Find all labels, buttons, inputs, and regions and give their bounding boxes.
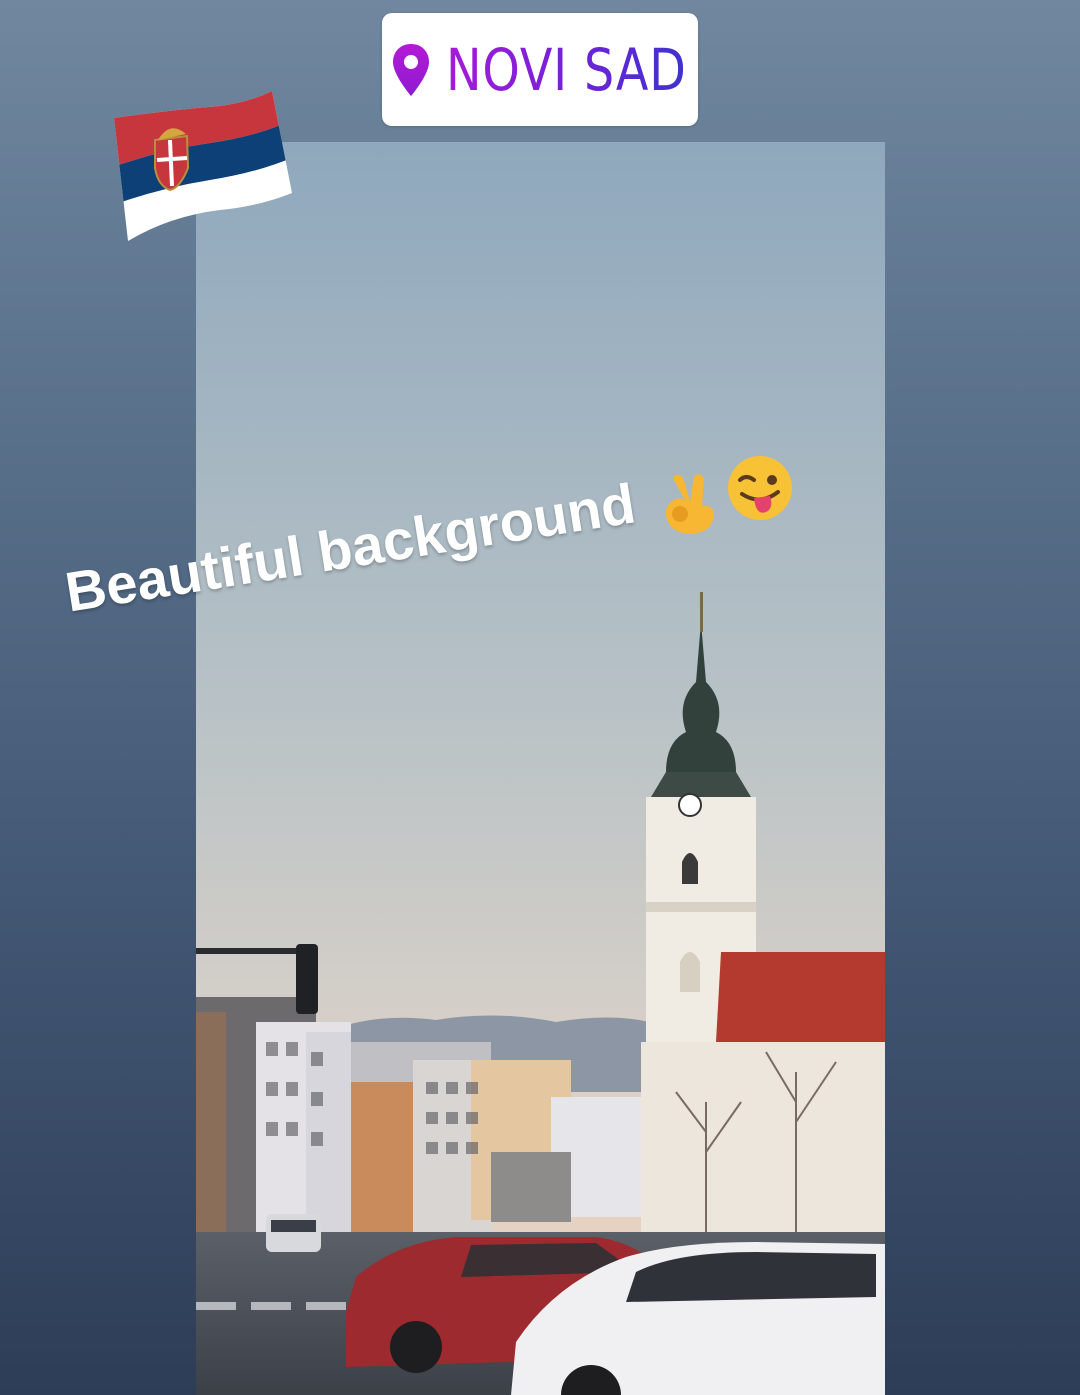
location-name: NOVI SAD [446, 35, 687, 104]
building [351, 1072, 413, 1242]
background-photo [196, 142, 885, 1395]
winking-face-tongue-emoji[interactable] [726, 454, 794, 522]
location-sticker[interactable]: NOVI SAD [382, 13, 698, 126]
serbia-flag-icon[interactable] [110, 88, 296, 244]
traffic-light [296, 944, 318, 1014]
car [266, 1214, 321, 1252]
location-pin-icon [393, 43, 430, 96]
ok-hand-emoji[interactable] [660, 470, 718, 536]
